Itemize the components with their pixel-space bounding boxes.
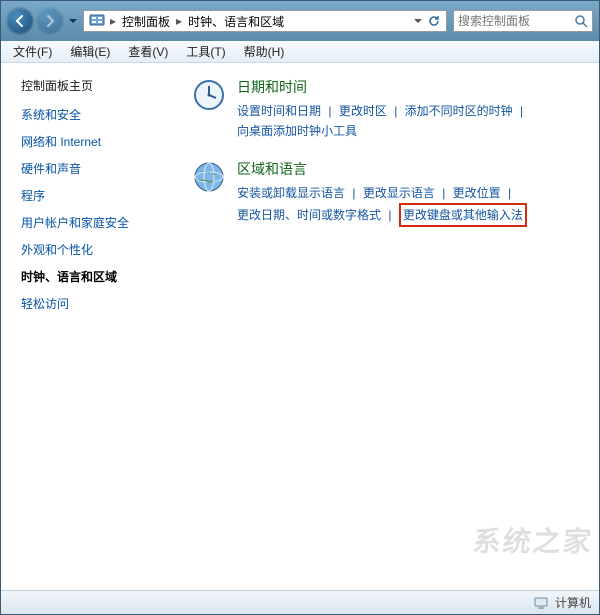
link-change-display-lang[interactable]: 更改显示语言 bbox=[363, 186, 435, 200]
separator: | bbox=[324, 104, 335, 118]
link-change-formats[interactable]: 更改日期、时间或数字格式 bbox=[237, 208, 381, 222]
control-panel-icon bbox=[88, 12, 106, 30]
chevron-right-icon[interactable]: ▸ bbox=[174, 14, 184, 28]
search-input[interactable] bbox=[458, 14, 570, 28]
section-date-time: 日期和时间 设置时间和日期 | 更改时区 | 添加不同时区的时钟 | 向桌面添加… bbox=[191, 77, 589, 141]
content-pane: 日期和时间 设置时间和日期 | 更改时区 | 添加不同时区的时钟 | 向桌面添加… bbox=[181, 63, 599, 590]
section-region-language-body: 区域和语言 安装或卸载显示语言 | 更改显示语言 | 更改位置 | 更改日期、时… bbox=[237, 159, 589, 227]
status-text: 计算机 bbox=[555, 594, 591, 611]
breadcrumb-part-clock-lang-region[interactable]: 时钟、语言和区域 bbox=[184, 13, 288, 30]
breadcrumb-part-control-panel[interactable]: 控制面板 bbox=[118, 13, 174, 30]
address-wrap: ▸ 控制面板 ▸ 时钟、语言和区域 bbox=[83, 10, 593, 32]
nav-history-dropdown[interactable] bbox=[67, 17, 79, 25]
watermark: 系统之家 bbox=[471, 520, 595, 560]
menubar: 文件(F) 编辑(E) 查看(V) 工具(T) 帮助(H) bbox=[1, 41, 599, 63]
separator: | bbox=[348, 186, 359, 200]
sidebar-item-network-internet[interactable]: 网络和 Internet bbox=[21, 133, 173, 150]
link-install-language[interactable]: 安装或卸载显示语言 bbox=[237, 186, 345, 200]
computer-icon bbox=[533, 595, 549, 611]
sidebar-home[interactable]: 控制面板主页 bbox=[9, 77, 173, 94]
link-change-location[interactable]: 更改位置 bbox=[453, 186, 501, 200]
addressbar[interactable]: ▸ 控制面板 ▸ 时钟、语言和区域 bbox=[83, 10, 447, 32]
menu-tools[interactable]: 工具(T) bbox=[178, 41, 233, 62]
forward-button[interactable] bbox=[37, 8, 63, 34]
separator: | bbox=[516, 104, 527, 118]
window: ▸ 控制面板 ▸ 时钟、语言和区域 文件(F) 编辑( bbox=[0, 0, 600, 615]
statusbar: 计算机 bbox=[1, 590, 599, 614]
link-desktop-gadget[interactable]: 向桌面添加时钟小工具 bbox=[237, 124, 357, 138]
globe-icon bbox=[191, 159, 227, 195]
link-set-date-time[interactable]: 设置时间和日期 bbox=[237, 104, 321, 118]
sidebar: 控制面板主页 系统和安全 网络和 Internet 硬件和声音 程序 用户帐户和… bbox=[1, 63, 181, 590]
titlebar: ▸ 控制面板 ▸ 时钟、语言和区域 bbox=[1, 1, 599, 41]
menu-view[interactable]: 查看(V) bbox=[120, 41, 176, 62]
back-button[interactable] bbox=[7, 8, 33, 34]
highlight-box: 更改键盘或其他输入法 bbox=[399, 203, 527, 227]
section-region-language-links: 安装或卸载显示语言 | 更改显示语言 | 更改位置 | 更改日期、时间或数字格式… bbox=[237, 183, 589, 227]
clock-icon bbox=[191, 77, 227, 113]
sidebar-item-ease-of-access[interactable]: 轻松访问 bbox=[21, 295, 173, 312]
section-region-language-title[interactable]: 区域和语言 bbox=[237, 159, 589, 179]
separator: | bbox=[384, 208, 395, 222]
sidebar-item-user-accounts[interactable]: 用户帐户和家庭安全 bbox=[21, 214, 173, 231]
link-add-clocks[interactable]: 添加不同时区的时钟 bbox=[405, 104, 513, 118]
section-region-language: 区域和语言 安装或卸载显示语言 | 更改显示语言 | 更改位置 | 更改日期、时… bbox=[191, 159, 589, 227]
address-dropdown[interactable] bbox=[412, 17, 424, 25]
section-date-time-body: 日期和时间 设置时间和日期 | 更改时区 | 添加不同时区的时钟 | 向桌面添加… bbox=[237, 77, 589, 141]
menu-help[interactable]: 帮助(H) bbox=[236, 41, 293, 62]
sidebar-item-programs[interactable]: 程序 bbox=[21, 187, 173, 204]
menu-file[interactable]: 文件(F) bbox=[5, 41, 60, 62]
sidebar-item-appearance[interactable]: 外观和个性化 bbox=[21, 241, 173, 258]
separator: | bbox=[438, 186, 449, 200]
section-date-time-links: 设置时间和日期 | 更改时区 | 添加不同时区的时钟 | 向桌面添加时钟小工具 bbox=[237, 101, 589, 141]
separator: | bbox=[504, 186, 515, 200]
sidebar-item-hardware-sound[interactable]: 硬件和声音 bbox=[21, 160, 173, 177]
section-date-time-title[interactable]: 日期和时间 bbox=[237, 77, 589, 97]
search-box[interactable] bbox=[453, 10, 593, 32]
menu-edit[interactable]: 编辑(E) bbox=[62, 41, 118, 62]
search-icon[interactable] bbox=[574, 14, 588, 28]
sidebar-item-system-security[interactable]: 系统和安全 bbox=[21, 106, 173, 123]
sidebar-item-clock-lang-region[interactable]: 时钟、语言和区域 bbox=[21, 268, 173, 285]
link-change-keyboards-ime[interactable]: 更改键盘或其他输入法 bbox=[403, 208, 523, 222]
separator: | bbox=[390, 104, 401, 118]
link-change-timezone[interactable]: 更改时区 bbox=[339, 104, 387, 118]
refresh-icon[interactable] bbox=[424, 14, 444, 28]
body: 控制面板主页 系统和安全 网络和 Internet 硬件和声音 程序 用户帐户和… bbox=[1, 63, 599, 590]
chevron-right-icon[interactable]: ▸ bbox=[108, 14, 118, 28]
